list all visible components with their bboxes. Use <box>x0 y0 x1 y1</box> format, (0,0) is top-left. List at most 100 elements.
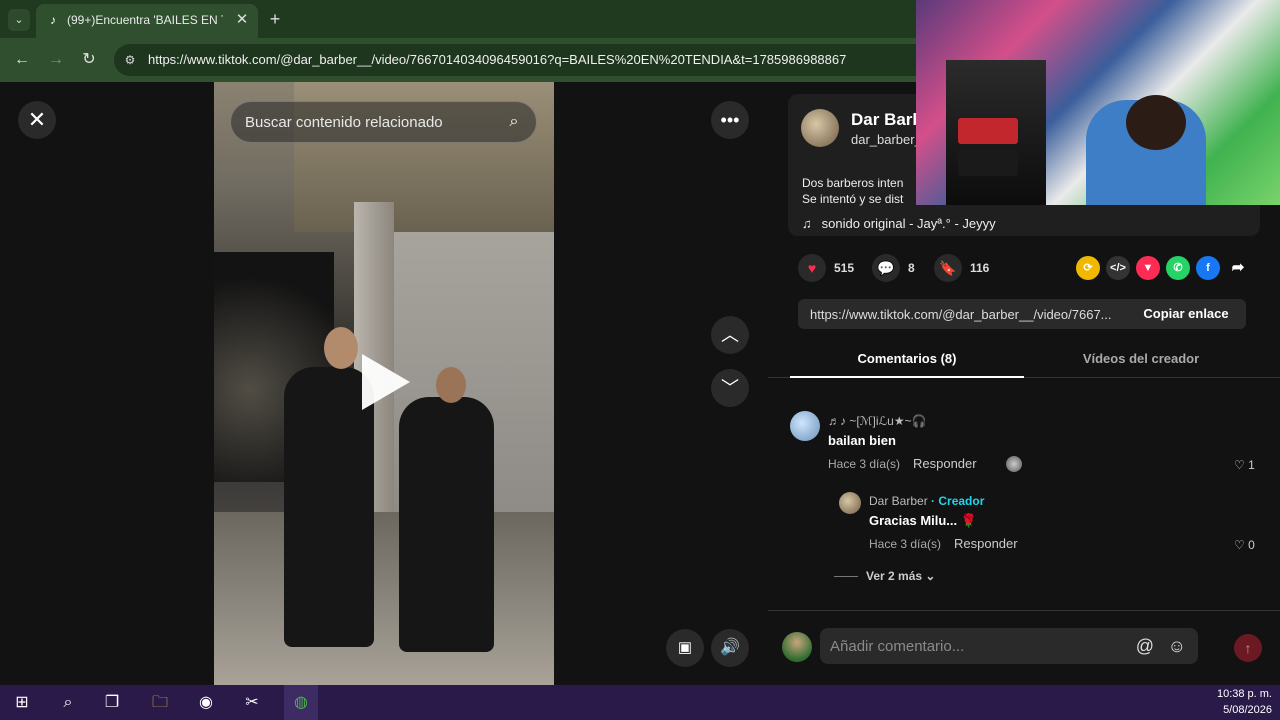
tab-comments[interactable]: Comentarios (8) <box>790 340 1024 378</box>
webcam-streamer-head <box>1126 95 1186 150</box>
next-video-button[interactable]: ﹀ <box>711 369 749 407</box>
send-to-friends-icon[interactable]: ▼ <box>1136 256 1160 280</box>
task-view-icon[interactable]: ❐ <box>98 689 126 717</box>
share-arrow-icon[interactable]: ➦ <box>1226 256 1250 280</box>
clock-time[interactable]: 10:38 p. m. <box>1217 688 1272 700</box>
reply-button[interactable]: Responder <box>913 456 977 471</box>
facebook-icon[interactable]: f <box>1196 256 1220 280</box>
url-text: https://www.tiktok.com/@dar_barber__/vid… <box>148 52 847 67</box>
video-dancer-right-head <box>436 367 466 403</box>
capcut-icon[interactable]: ✂ <box>238 689 266 717</box>
author-avatar[interactable] <box>801 109 839 147</box>
share-link-url[interactable]: https://www.tiktok.com/@dar_barber__/vid… <box>810 307 1130 322</box>
obs-icon[interactable]: ◉ <box>192 689 220 717</box>
video-dancer-right <box>399 397 494 652</box>
music-note-icon: ♫ <box>802 216 812 231</box>
comment-count: 8 <box>908 261 915 275</box>
video-viewer: ✕ Buscar contenido relacionado ⌕ ••• ︿ ﹀… <box>0 82 768 685</box>
related-search-input[interactable]: Buscar contenido relacionado ⌕ <box>230 101 537 143</box>
comment-like-button[interactable]: ♡ 1 <box>1234 458 1255 472</box>
reply-button[interactable]: Responder <box>954 536 1018 551</box>
new-tab-button[interactable]: + <box>264 8 286 30</box>
video-scene-floor <box>214 512 554 685</box>
embed-code-icon[interactable]: </> <box>1106 256 1130 280</box>
more-options-button[interactable]: ••• <box>711 101 749 139</box>
related-search-placeholder: Buscar contenido relacionado <box>245 114 443 131</box>
video-dancer-left-head <box>324 327 358 369</box>
comment-bubble-icon: 💬 <box>872 254 900 282</box>
post-comment-button[interactable]: ↑ <box>1234 634 1262 662</box>
heart-icon: ♥ <box>798 254 826 282</box>
user-avatar <box>782 632 812 662</box>
reply-like-count: 0 <box>1248 538 1255 552</box>
video-description-line1: Dos barberos inten <box>802 176 904 190</box>
previous-video-button[interactable]: ︿ <box>711 316 749 354</box>
volume-button[interactable]: 🔊 <box>711 629 749 667</box>
music-title: sonido original - Jayª.° - Jeyyy <box>821 216 996 231</box>
chevron-down-icon: ⌄ <box>925 569 936 583</box>
save-count: 116 <box>970 261 990 275</box>
clock-date[interactable]: 5/08/2026 <box>1223 704 1272 716</box>
reply-time: Hace 3 día(s) <box>869 537 942 551</box>
bookmark-icon: 🔖 <box>934 254 962 282</box>
author-name[interactable]: Dar Barb <box>851 110 923 130</box>
share-link-box: https://www.tiktok.com/@dar_barber__/vid… <box>798 299 1246 329</box>
comment-text: bailan bien <box>828 433 896 448</box>
creator-badge: · Creador <box>931 494 985 508</box>
music-link[interactable]: ♫ sonido original - Jayª.° - Jeyyy <box>802 216 996 231</box>
tab-creator-videos[interactable]: Vídeos del creador <box>1024 340 1258 378</box>
repost-icon[interactable]: ⟳ <box>1076 256 1100 280</box>
panel-tabs: Comentarios (8) Vídeos del creador <box>768 340 1280 378</box>
tab-search-chevron-icon[interactable]: ⌄ <box>8 9 30 31</box>
file-explorer-icon[interactable]: 🗀 <box>146 689 174 717</box>
back-arrow-icon[interactable]: ← <box>10 48 34 72</box>
emoji-icon[interactable]: ☺ <box>1168 636 1186 657</box>
like-count: 515 <box>834 261 855 275</box>
reply-username-text: Dar Barber <box>869 494 928 508</box>
reply-like-button[interactable]: ♡ 0 <box>1234 538 1255 552</box>
forward-arrow-icon[interactable]: → <box>44 48 68 72</box>
creator-liked-avatar <box>1006 456 1022 472</box>
comment-composer: Añadir comentario... @ ☺ ↑ <box>768 610 1280 685</box>
comment-input[interactable]: Añadir comentario... @ ☺ <box>820 628 1198 664</box>
windows-start-icon[interactable]: ⊞ <box>8 689 36 717</box>
reply-username[interactable]: Dar Barber · Creador <box>869 494 984 508</box>
reload-icon[interactable]: ↻ <box>77 48 101 72</box>
commenter-avatar[interactable] <box>839 492 861 514</box>
heart-outline-icon: ♡ <box>1234 458 1245 472</box>
close-video-button[interactable]: ✕ <box>18 101 56 139</box>
whatsapp-icon[interactable]: ✆ <box>1166 256 1190 280</box>
mention-icon[interactable]: @ <box>1136 636 1154 657</box>
windows-taskbar: ⊞ ⌕ ❐ 🗀 ◉ ✂ ◍ 10:38 p. m. 5/08/2026 <box>0 685 1280 720</box>
tiktok-favicon-icon: ♪ <box>50 13 56 27</box>
more-replies-label: Ver 2 más <box>866 569 923 583</box>
video-description-line2: Se intentó y se dist <box>802 192 904 206</box>
action-bar: ♥ 515 💬 8 🔖 116 ⟳ </> ▼ ✆ f ➦ <box>788 252 1268 284</box>
like-button[interactable]: ♥ 515 <box>798 252 854 284</box>
video-player[interactable]: Buscar contenido relacionado ⌕ <box>214 82 554 685</box>
webcam-shoebox <box>958 118 1018 144</box>
author-handle[interactable]: dar_barber_ <box>851 132 922 147</box>
heart-outline-icon: ♡ <box>1234 538 1245 552</box>
play-icon[interactable] <box>362 354 410 410</box>
comment-like-count: 1 <box>1248 458 1255 472</box>
search-icon[interactable]: ⌕ <box>54 689 82 717</box>
comment-username[interactable]: ♬♪ ~[ℳ]iℒu★~🎧 <box>828 414 927 428</box>
view-more-replies-button[interactable]: Ver 2 más ⌄ <box>834 569 935 583</box>
comment-time: Hace 3 día(s) <box>828 457 901 471</box>
comment-placeholder: Añadir comentario... <box>830 638 965 655</box>
site-info-icon[interactable]: ⚙ <box>122 52 138 68</box>
video-dancer-left <box>284 367 374 647</box>
copy-link-button[interactable]: Copiar enlace <box>1126 299 1246 329</box>
search-icon[interactable]: ⌕ <box>504 112 524 132</box>
chrome-icon[interactable]: ◍ <box>287 689 315 717</box>
tab-close-icon[interactable]: ✕ <box>232 10 252 30</box>
browser-tab[interactable]: ♪ (99+)Encuentra 'BAILES EN TEN ✕ <box>36 4 258 38</box>
reply-text: Gracias Milu... 🌹 <box>869 513 977 528</box>
pip-button[interactable]: ▣ <box>666 629 704 667</box>
more-replies-line <box>834 576 858 578</box>
webcam-overlay <box>916 0 1280 205</box>
comment-button[interactable]: 💬 8 <box>872 252 915 284</box>
save-button[interactable]: 🔖 116 <box>934 252 989 284</box>
commenter-avatar[interactable] <box>790 411 820 441</box>
